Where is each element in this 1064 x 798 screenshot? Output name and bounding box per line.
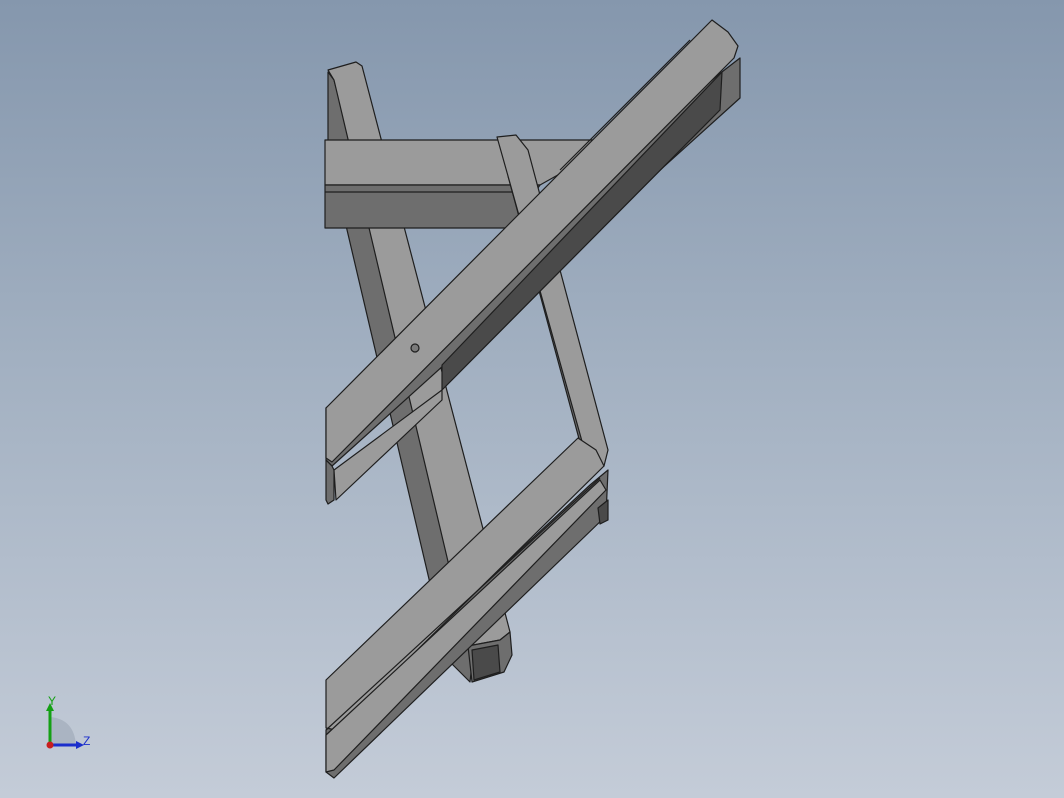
folding-chair-model[interactable]: [0, 0, 1064, 798]
y-axis-label: Y: [48, 695, 56, 708]
coordinate-triad: Y Z: [46, 695, 90, 749]
pivot-bolt-icon: [410, 343, 420, 353]
z-axis-label: Z: [83, 734, 90, 748]
origin-icon: [46, 741, 54, 749]
triad-plane: [50, 717, 76, 745]
graphics-viewport[interactable]: Y Z: [0, 0, 1064, 798]
